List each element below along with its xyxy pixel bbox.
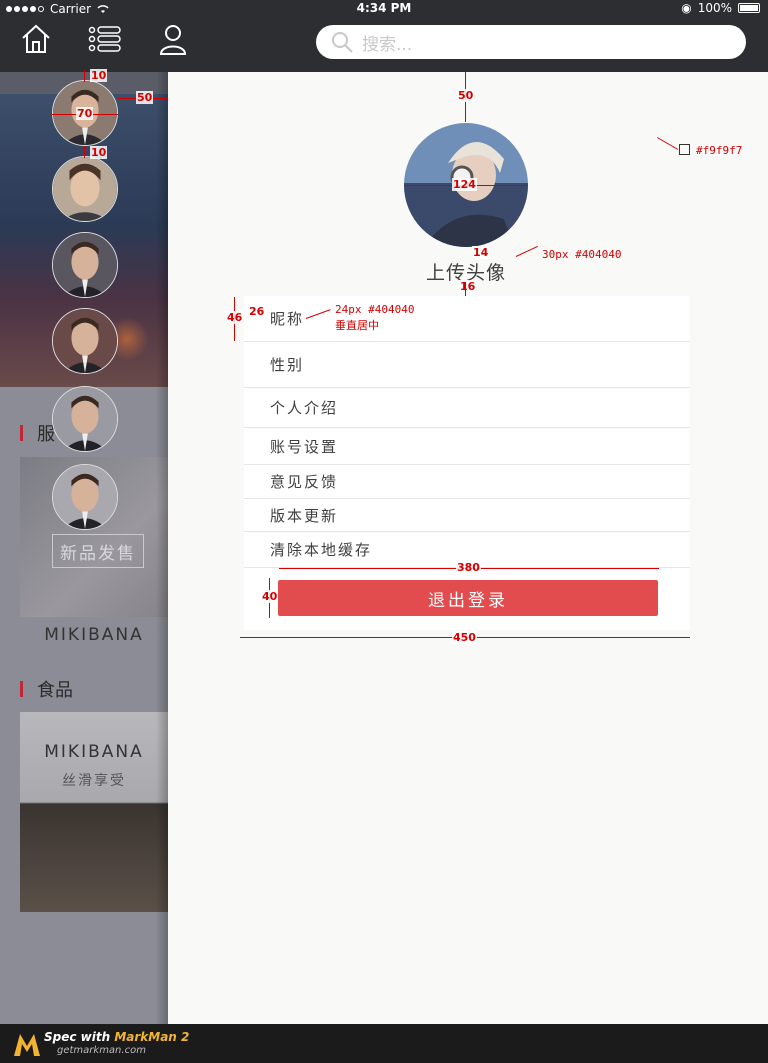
spec-color-swatch	[679, 144, 690, 155]
menu-item-version-update[interactable]: 版本更新	[244, 499, 690, 532]
menu-item-bio[interactable]: 个人介绍	[244, 388, 690, 428]
spec-dimension: 46	[226, 311, 244, 324]
status-right: ◉ 100%	[681, 1, 760, 15]
battery-icon	[738, 3, 760, 13]
search-icon	[332, 32, 353, 53]
footer-site: getmarkman.com	[57, 1045, 146, 1056]
spec-dimension: 14	[472, 246, 490, 259]
logout-button[interactable]: 退出登录	[278, 580, 658, 616]
footer-spec-text: Spec with MarkMan 2	[44, 1030, 190, 1044]
spec-dimension: 380	[456, 561, 481, 574]
list-icon[interactable]	[88, 22, 122, 56]
rotation-lock-icon: ◉	[681, 1, 692, 15]
avatar[interactable]	[52, 156, 118, 222]
spec-dimension: 10	[90, 69, 108, 82]
section-title-food: 食品	[20, 676, 73, 702]
avatar-image	[53, 387, 117, 451]
search-input[interactable]: 搜索...	[316, 25, 746, 59]
spec-dimension: 50	[136, 91, 154, 104]
product-subtitle: 丝滑享受	[62, 773, 126, 789]
menu-item-nickname[interactable]: 昵称	[244, 296, 690, 342]
home-icon[interactable]	[19, 22, 53, 56]
top-bar: Carrier 4:34 PM ◉ 100% 搜索...	[0, 0, 768, 72]
avatar[interactable]	[52, 386, 118, 452]
search-placeholder: 搜索...	[362, 34, 413, 55]
section-title-clothing: 服	[20, 420, 55, 446]
avatar-image	[53, 465, 117, 529]
new-release-label: 新品发售	[52, 534, 144, 568]
brand-label: MIKIBANA	[44, 742, 144, 762]
settings-menu: 昵称 性别 个人介绍 账号设置 意见反馈 版本更新 清除本地缓存 退出登录	[244, 296, 690, 630]
spec-font-note: 30px #404040	[542, 248, 622, 261]
logout-area: 退出登录	[244, 568, 690, 630]
menu-item-feedback[interactable]: 意见反馈	[244, 465, 690, 499]
avatar-image	[53, 157, 117, 221]
status-time: 4:34 PM	[356, 1, 412, 15]
markman-logo	[14, 1034, 40, 1056]
brand-label: MIKIBANA	[44, 625, 144, 645]
spec-dimension: 16	[459, 280, 477, 293]
spec-dimension: 26	[248, 305, 266, 318]
avatar[interactable]	[52, 308, 118, 374]
menu-item-account-settings[interactable]: 账号设置	[244, 428, 690, 465]
spec-color-note: #f9f9f7	[696, 144, 743, 157]
avatar-image	[53, 233, 117, 297]
spec-item-note: 垂直居中	[335, 319, 379, 332]
status-bar: Carrier 4:34 PM ◉ 100%	[0, 0, 768, 18]
spec-item-note: 24px #404040	[335, 303, 415, 316]
spec-dimension: 450	[452, 631, 477, 644]
spec-dimension: 10	[90, 146, 108, 159]
menu-item-gender[interactable]: 性别	[244, 342, 690, 388]
user-icon[interactable]	[156, 22, 190, 56]
spec-dimension: 50	[457, 89, 475, 102]
avatar[interactable]	[52, 464, 118, 530]
spec-dimension: 70	[76, 107, 94, 120]
markman-footer: Spec with MarkMan 2 getmarkman.com	[0, 1024, 768, 1063]
battery-label: 100%	[697, 1, 732, 15]
spec-dimension: 124	[452, 178, 477, 191]
avatar[interactable]	[52, 232, 118, 298]
avatar-image	[53, 309, 117, 373]
spec-dimension: 40	[261, 590, 279, 603]
